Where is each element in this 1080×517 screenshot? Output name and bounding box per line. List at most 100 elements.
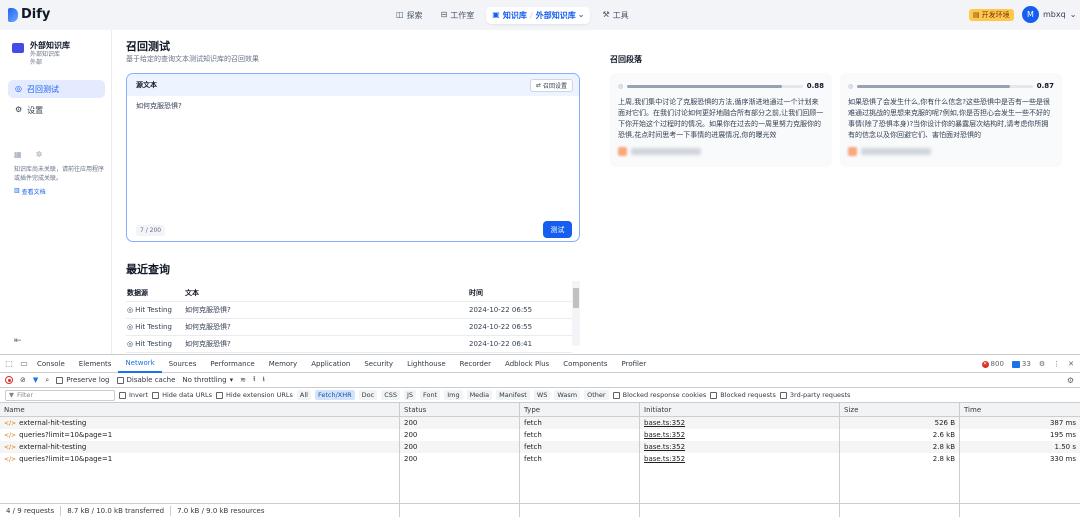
nav-knowledge[interactable]: ▣ 知识库 / 外部知识库 ⌄ [486,6,591,24]
initiator-link[interactable]: base.ts:352 [644,431,685,439]
blocked-requests-checkbox[interactable]: Blocked requests [710,391,776,399]
tab-adblock[interactable]: Adblock Plus [498,355,556,373]
search-icon[interactable]: ⌕ [45,376,49,385]
retrieval-setting-button[interactable]: ⇄ 召回设置 [529,78,573,92]
device-toggle-icon[interactable]: ▭ [18,359,30,368]
error-icon: ✕ [981,360,989,368]
table-row[interactable]: ◎ Hit Testing 如何克服恐惧? 2024-10-22 06:41 [126,336,572,353]
table-row[interactable]: ◎ Hit Testing 如何克服恐惧? 2024-10-22 06:55 [126,319,572,336]
filter-icon[interactable]: ▼ [33,376,38,384]
network-summary-bar: 4 / 9 requests 8.7 kB / 10.0 kB transfer… [0,503,1080,517]
source-text-panel: 源文本 ⇄ 召回设置 如何克服恐惧? 7 / 200 测试 [126,73,580,242]
tab-application[interactable]: Application [304,355,357,373]
chip-font[interactable]: Font [420,390,441,400]
table-row[interactable]: </> external-hit-testing 200 fetch base.t… [0,417,1080,429]
inspect-icon[interactable]: ⬚ [3,359,15,368]
network-settings-icon[interactable]: ⚙ [1067,376,1074,385]
sidebar: 外部知识库 外部知识库 外部 ◎ 召回测试 ⚙ 设置 ▦ ✲ 知识库尚未关联，请… [0,30,112,354]
chip-css[interactable]: CSS [381,390,400,400]
third-party-checkbox[interactable]: 3rd-party requests [779,391,850,399]
dify-logo[interactable]: Dify [8,7,50,22]
error-count[interactable]: ✕ 800 [981,360,1004,368]
chip-media[interactable]: Media [466,390,493,400]
table-row[interactable]: </> queries?limit=10&page=1 200 fetch bas… [0,429,1080,441]
sidebar-item-hit-testing[interactable]: ◎ 召回测试 [8,80,105,98]
nav-studio[interactable]: ⊟ 工作室 [435,7,481,24]
request-initiator[interactable]: base.ts:352 [640,417,840,429]
filter-placeholder: Filter [17,391,34,399]
result-card[interactable]: ◎ 0.87 如果恐惧了会发生什么,你有什么信念?这些恐惧中是否有一些是很难通过… [840,73,1062,167]
kb-type: 外部知识库 [30,51,61,58]
col-status[interactable]: Status [400,403,520,416]
sidebar-item-settings[interactable]: ⚙ 设置 [8,101,105,119]
tab-profiler[interactable]: Profiler [615,355,654,373]
result-card[interactable]: ◎ 0.88 上周,我们集中讨论了克服恐惧的方法,循序渐进地通过一个计划来面对它… [610,73,832,167]
table-row[interactable]: </> external-hit-testing 200 fetch base.t… [0,441,1080,453]
export-icon[interactable]: ⭳ [262,375,264,386]
tab-lighthouse[interactable]: Lighthouse [400,355,453,373]
chip-img[interactable]: Img [444,390,463,400]
initiator-link[interactable]: base.ts:352 [644,455,685,463]
nav-tools[interactable]: ⚒ 工具 [596,7,634,24]
collapse-sidebar-icon[interactable]: ⇤ [14,336,22,346]
clear-icon[interactable]: ⊘ [20,376,26,384]
blocked-cookies-checkbox[interactable]: Blocked response cookies [612,391,706,399]
more-icon[interactable]: ⋮ [1053,360,1060,368]
env-badge: ▤ 开发环境 [969,9,1014,21]
preserve-log-checkbox[interactable]: Preserve log [56,376,110,384]
tab-memory[interactable]: Memory [262,355,304,373]
record-icon[interactable] [5,376,13,384]
chip-ws[interactable]: WS [533,390,551,400]
chip-fetch-xhr[interactable]: Fetch/XHR [314,390,355,400]
chip-wasm[interactable]: Wasm [554,390,581,400]
import-icon[interactable]: ⭱ [253,375,255,386]
hide-data-urls-checkbox[interactable]: Hide data URLs [152,391,212,399]
message-count[interactable]: 33 [1011,360,1031,368]
chip-manifest[interactable]: Manifest [496,390,530,400]
retrieval-setting-label: 召回设置 [542,82,567,90]
tab-console[interactable]: Console [30,355,72,373]
col-name[interactable]: Name [0,403,400,416]
col-type[interactable]: Type [520,403,640,416]
view-docs-link[interactable]: ▥ 查看文档 [14,187,104,196]
chip-other[interactable]: Other [584,390,609,400]
chip-doc[interactable]: Doc [358,390,378,400]
hide-ext-urls-checkbox[interactable]: Hide extension URLs [215,391,293,399]
knowledge-selector[interactable]: 外部知识库 ⌄ [536,10,585,21]
divider [170,506,172,516]
query-textarea[interactable]: 如何克服恐惧? [136,101,182,111]
tab-security[interactable]: Security [357,355,400,373]
chip-js[interactable]: JS [404,390,417,400]
col-initiator[interactable]: Initiator [640,403,840,416]
sidebar-item-label: 设置 [27,105,44,115]
tab-performance[interactable]: Performance [203,355,261,373]
test-button[interactable]: 测试 [543,221,572,238]
request-initiator[interactable]: base.ts:352 [640,441,840,453]
invert-checkbox[interactable]: Invert [119,391,148,399]
wifi-icon[interactable]: ≋ [240,376,246,384]
user-menu[interactable]: M mbxq ⌄ [1022,6,1076,23]
request-initiator[interactable]: base.ts:352 [640,453,840,465]
network-filter-bar: ▼ Filter Invert Hide data URLs Hide exten… [0,388,1080,403]
tab-recorder[interactable]: Recorder [453,355,498,373]
close-icon[interactable]: ✕ [1068,360,1074,368]
col-time[interactable]: Time [960,403,1080,416]
disable-cache-checkbox[interactable]: Disable cache [116,376,175,384]
initiator-link[interactable]: base.ts:352 [644,443,685,451]
table-row[interactable]: ◎ Hit Testing 如何克服恐惧? 2024-10-22 06:55 [126,302,572,319]
table-row[interactable]: </> queries?limit=10&page=1 200 fetch bas… [0,453,1080,465]
nav-explore[interactable]: ◫ 探索 [390,7,429,24]
initiator-link[interactable]: base.ts:352 [644,419,685,427]
col-text: 文本 [185,288,199,297]
tab-sources[interactable]: Sources [162,355,204,373]
recent-scrollbar-thumb[interactable] [573,288,579,308]
filter-input[interactable]: ▼ Filter [5,389,115,401]
col-size[interactable]: Size [840,403,960,416]
tab-components[interactable]: Components [556,355,614,373]
chip-all[interactable]: All [296,390,311,400]
tab-elements[interactable]: Elements [72,355,119,373]
throttling-select[interactable]: No throttling ▾ [182,376,233,384]
request-initiator[interactable]: base.ts:352 [640,429,840,441]
gear-icon[interactable]: ⚙ [1039,360,1045,368]
tab-network[interactable]: Network [118,355,162,373]
